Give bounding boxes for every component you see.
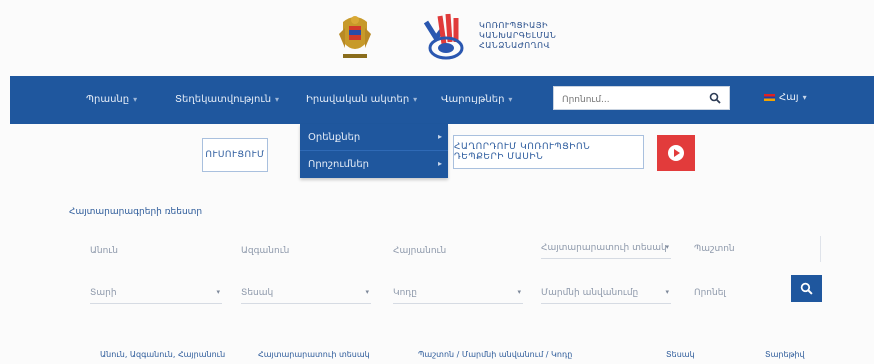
search-label-text: Որոնել bbox=[694, 288, 726, 298]
type-select[interactable]: Տեսակ ▾ bbox=[241, 282, 371, 304]
nav-item-label: Վարույթներ bbox=[441, 94, 505, 105]
chevron-down-icon: ▾ bbox=[802, 93, 807, 102]
chevron-down-icon: ▾ bbox=[275, 95, 280, 104]
chevron-down-icon: ▾ bbox=[665, 243, 669, 251]
first-name-placeholder: Անուն bbox=[90, 246, 118, 256]
chevron-down-icon: ▾ bbox=[365, 288, 369, 296]
column-header-position[interactable]: Պաշտոն / Մարմնի անվանում / Կոդը bbox=[418, 350, 572, 359]
main-navbar: Պրասնը ▾ Տեղեկատվություն ▾ Իրավական ակտեր ▾… bbox=[10, 76, 874, 124]
dropdown-item-decisions[interactable]: Որոշումներ bbox=[308, 159, 369, 170]
year-placeholder: Տարի bbox=[90, 287, 117, 298]
code-select[interactable]: Կոդը ▾ bbox=[393, 282, 523, 304]
search-icon[interactable] bbox=[709, 92, 721, 104]
search-box bbox=[553, 86, 730, 111]
filter-title: Հայտարարագրերի ռեեստր bbox=[69, 207, 203, 217]
training-button[interactable]: ՈՒՍՈՒՑՈՒՄ bbox=[202, 138, 268, 172]
play-icon bbox=[668, 145, 684, 161]
page: ԿՈՌՈՒՊՑԻԱՅԻ ԿԱՆԽԱՐԳԵԼՄԱՆ ՀԱՆՁՆԱԺՈՂՈՎ Պրա… bbox=[0, 0, 874, 364]
logo-line: ԿԱՆԽԱՐԳԵԼՄԱՆ bbox=[479, 31, 557, 40]
code-placeholder: Կոդը bbox=[393, 287, 417, 298]
chevron-down-icon: ▾ bbox=[517, 288, 521, 296]
coat-of-arms-icon bbox=[339, 16, 371, 58]
last-name-field[interactable]: Ազգանուն bbox=[241, 240, 361, 262]
chevron-down-icon: ▾ bbox=[133, 95, 138, 104]
divider bbox=[300, 150, 448, 151]
chevron-right-icon: ▸ bbox=[437, 159, 442, 168]
chevron-down-icon: ▾ bbox=[665, 288, 669, 296]
chevron-right-icon: ▸ bbox=[437, 132, 442, 141]
first-name-field[interactable]: Անուն bbox=[90, 240, 210, 262]
logo-line: ՀԱՆՁՆԱԺՈՂՈՎ bbox=[479, 41, 551, 50]
chevron-down-icon: ▾ bbox=[508, 95, 513, 104]
position-placeholder: Պաշտոն bbox=[694, 244, 735, 254]
nav-item-information[interactable]: Տեղեկատվություն ▾ bbox=[175, 94, 279, 105]
logo-line: ԿՈՌՈՒՊՑԻԱՅԻ bbox=[479, 21, 549, 30]
dropdown-item-laws[interactable]: Օրենքներ bbox=[308, 132, 360, 143]
body-name-placeholder: Մարմնի անվանումը bbox=[541, 287, 639, 298]
report-corruption-label: ՀԱՂՈՐԴՈՒՄ ԿՈՌՈՒՊՑԻՈՆ ԴԵՊՔԵՐԻ ՄԱՍԻՆ bbox=[454, 142, 591, 162]
last-name-placeholder: Ազգանուն bbox=[241, 246, 290, 256]
patronymic-placeholder: Հայրանուն bbox=[393, 246, 447, 256]
year-select[interactable]: Տարի ▾ bbox=[90, 282, 222, 304]
column-header-type[interactable]: Տեսակ bbox=[666, 350, 695, 359]
column-header-declarant-type[interactable]: Հայտարարատուի տեսակ bbox=[258, 350, 370, 359]
language-selector[interactable]: Հայ ▾ bbox=[764, 92, 807, 103]
commission-name: ԿՈՌՈՒՊՑԻԱՅԻ ԿԱՆԽԱՐԳԵԼՄԱՆ ՀԱՆՁՆԱԺՈՂՈՎ bbox=[479, 21, 556, 51]
nav-item-label: Տեղեկատվություն bbox=[175, 94, 272, 105]
chevron-down-icon: ▾ bbox=[216, 288, 220, 296]
column-header-name[interactable]: Անուն, Ազգանուն, Հայրանուն bbox=[100, 350, 225, 359]
type-placeholder: Տեսակ bbox=[241, 287, 274, 298]
declarant-type-placeholder: Հայտարարատուի տեսակ bbox=[541, 242, 667, 253]
legal-acts-dropdown: Օրենքներ ▸ Որոշումներ ▸ bbox=[300, 124, 448, 178]
patronymic-field[interactable]: Հայրանուն bbox=[393, 240, 513, 262]
chevron-down-icon: ▾ bbox=[413, 95, 418, 104]
flag-icon bbox=[764, 93, 775, 101]
commission-logo-icon bbox=[423, 13, 464, 60]
search-icon bbox=[800, 282, 813, 295]
nav-item-legal-acts[interactable]: Իրավական ակտեր ▾ bbox=[306, 94, 417, 105]
declarant-type-select[interactable]: Հայտարարատուի տեսակ ▾ bbox=[541, 237, 671, 259]
position-field[interactable]: Պաշտոն bbox=[694, 238, 804, 260]
language-label: Հայ bbox=[779, 92, 799, 103]
report-corruption-button[interactable]: ՀԱՂՈՐԴՈՒՄ ԿՈՌՈՒՊՑԻՈՆ ԴԵՊՔԵՐԻ ՄԱՍԻՆ bbox=[453, 135, 644, 169]
body-name-select[interactable]: Մարմնի անվանումը ▾ bbox=[541, 282, 671, 304]
nav-item-label: Պրասնը bbox=[86, 94, 130, 105]
search-button[interactable] bbox=[791, 275, 822, 302]
search-label: Որոնել bbox=[694, 282, 784, 304]
nav-item-label: Իրավական ակտեր bbox=[306, 94, 410, 105]
column-header-year[interactable]: Տարեթիվ bbox=[765, 350, 805, 359]
video-button[interactable] bbox=[657, 135, 695, 171]
nav-item-proceedings[interactable]: Վարույթներ ▾ bbox=[441, 94, 512, 105]
search-input[interactable] bbox=[554, 89, 694, 111]
training-button-label: ՈՒՍՈՒՑՈՒՄ bbox=[205, 150, 265, 160]
nav-item-home[interactable]: Պրասնը ▾ bbox=[86, 94, 137, 105]
